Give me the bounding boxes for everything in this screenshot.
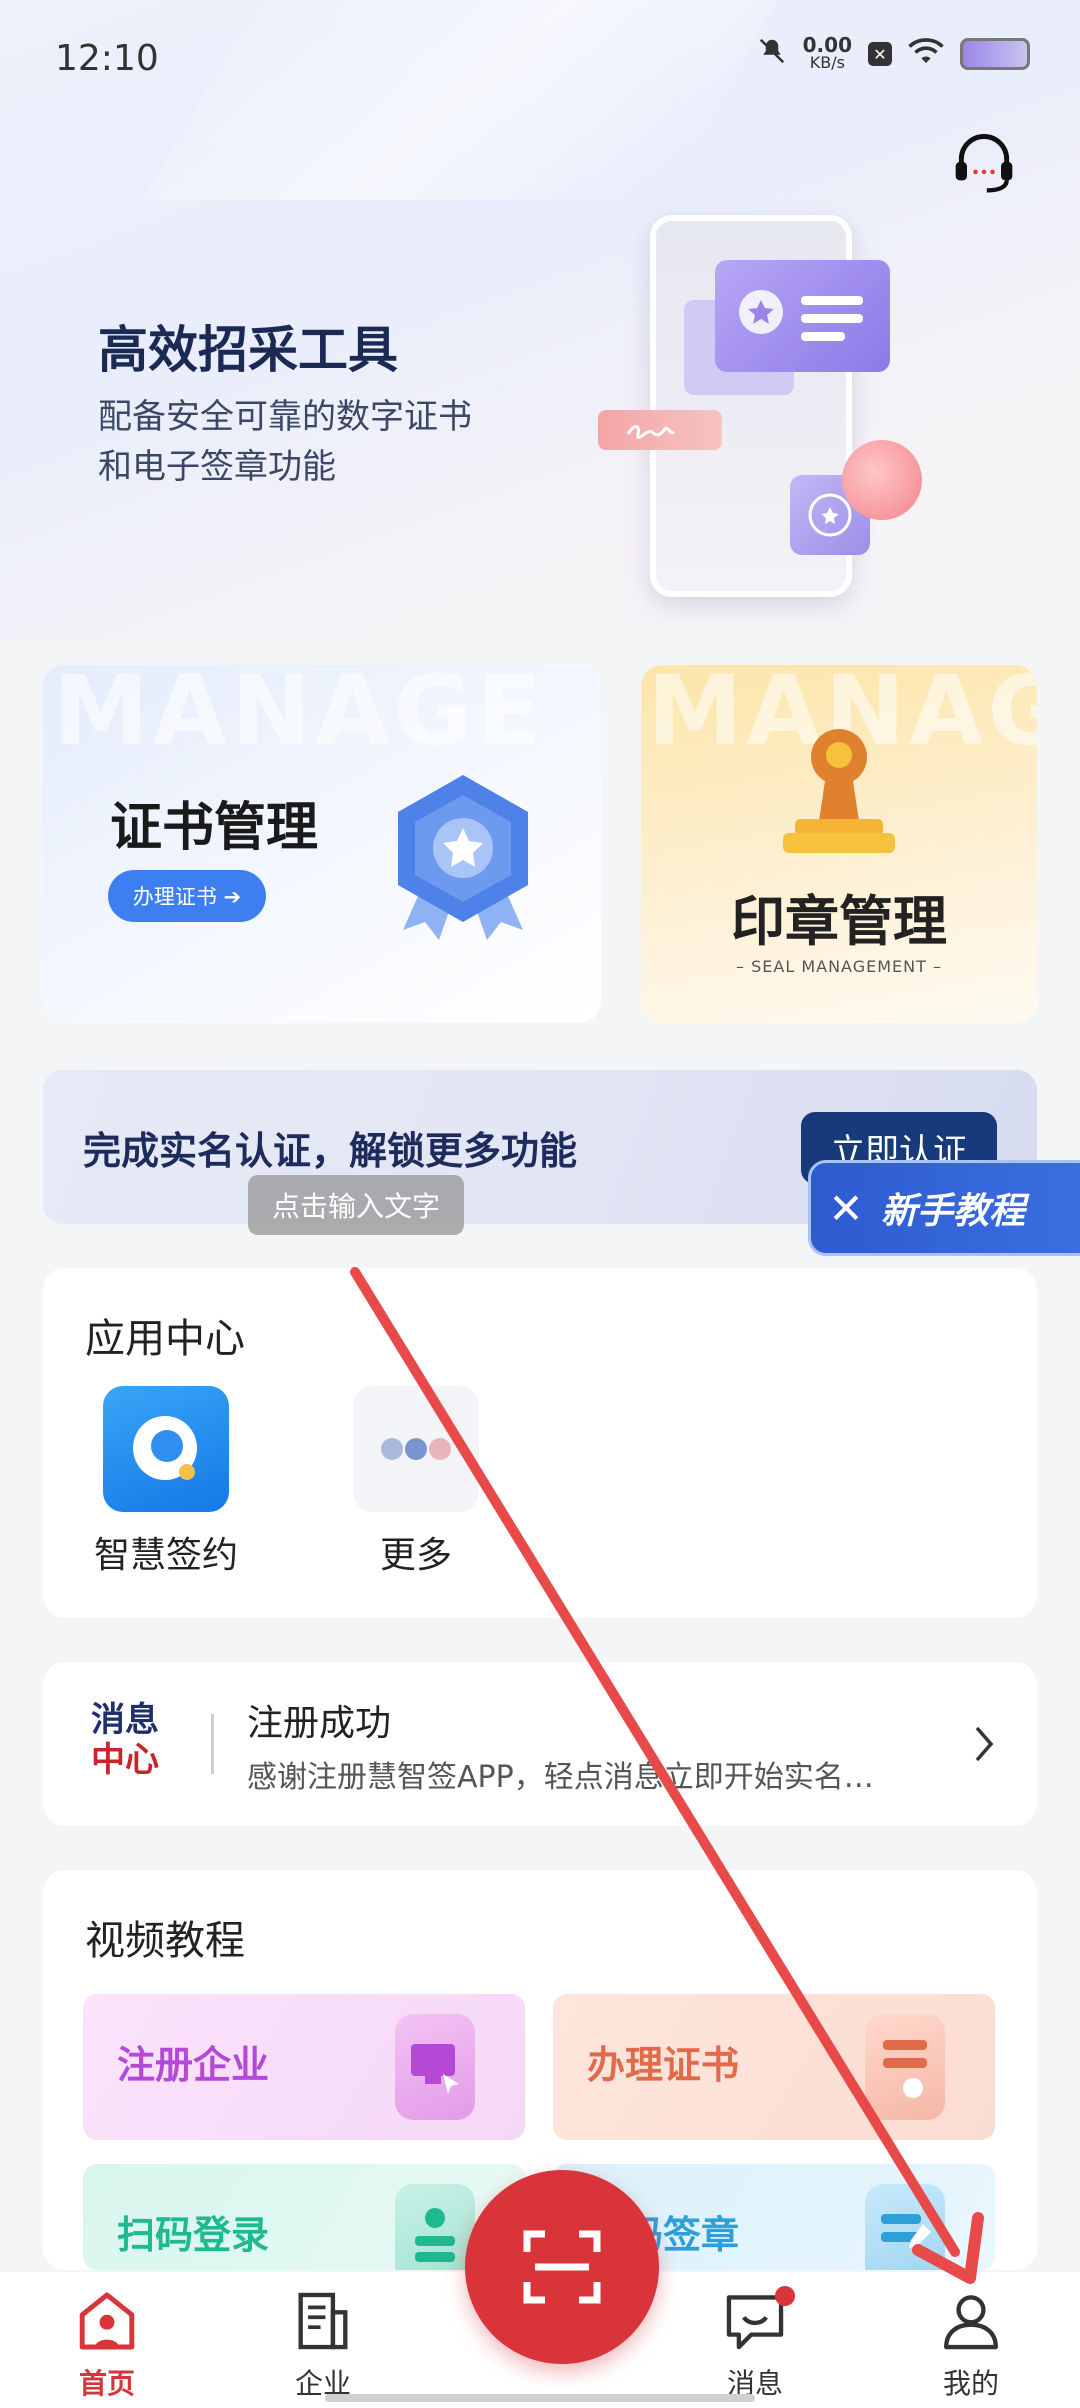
nav-label: 首页 [78,2367,135,2400]
beginner-tutorial-floating-button[interactable]: ✕ 新手教程 [808,1160,1080,1256]
apply-certificate-button[interactable]: 办理证书 ➔ [108,870,266,922]
status-icons: 0.00 KB/s ✕ [757,33,1030,72]
divider [211,1714,214,1774]
certificate-badge-icon [383,765,543,949]
chevron-right-icon [973,1724,997,1768]
home-icon [79,2292,135,2350]
stamp-illustration [842,440,922,520]
hero-title: 高效招采工具 [98,321,398,379]
nav-home[interactable]: 首页 [47,2290,167,2402]
app-center-title: 应用中心 [85,1316,245,1362]
card-watermark: MANAGE [53,665,546,767]
id-card-illustration [715,260,890,372]
nav-messages[interactable]: 消息 [695,2286,815,2402]
scan-button[interactable] [465,2170,659,2364]
message-center-logo: 消息 中心 [91,1700,159,1780]
app-notification-icon: ✕ [868,42,892,66]
video-title: 扫码登录 [117,2213,270,2257]
video-scan-login[interactable]: 扫码登录 [83,2164,525,2270]
video-tutorials-title: 视频教程 [85,1918,245,1964]
smart-sign-app[interactable]: 智慧签约 [94,1386,266,1578]
message-title: 注册成功 [247,1703,392,1744]
wifi-icon [908,36,944,72]
nav-profile[interactable]: 我的 [911,2290,1031,2402]
more-icon [353,1386,479,1512]
signature-illustration [598,410,722,450]
home-indicator [325,2394,755,2402]
seal-management-title: 印章管理 [731,890,947,953]
nav-enterprise[interactable]: 企业 [263,2290,383,2402]
app-center-panel: 应用中心 智慧签约 更多 [43,1268,1037,1618]
seal-management-subtitle: – SEAL MANAGEMENT – [736,957,942,976]
battery-icon [960,38,1030,70]
seal-management-card[interactable]: MANAG 印章管理 – SEAL MANAGEMENT – [641,665,1037,1023]
network-speed-unit: KB/s [809,53,845,72]
network-speed-value: 0.00 [802,33,852,57]
more-apps[interactable]: 更多 [353,1386,516,1578]
user-icon [944,2295,998,2350]
close-icon[interactable]: ✕ [811,1184,881,1233]
logo-line: 消息 [91,1700,159,1740]
customer-service-icon[interactable] [950,128,1018,196]
message-preview: 感谢注册慧智签APP，轻点消息立即开始实名… [247,1760,874,1795]
app-label: 智慧签约 [93,1535,238,1576]
certificate-doc-icon [865,2014,945,2120]
hero-subtitle: 配备安全可靠的数字证书 和电子签章功能 [98,392,558,492]
video-register-company[interactable]: 注册企业 [83,1994,525,2140]
video-apply-certificate[interactable]: 办理证书 [553,1994,995,2140]
monitor-icon [395,2014,475,2120]
smart-sign-icon [103,1386,229,1512]
video-title: 办理证书 [587,2043,740,2087]
verification-banner-text: 完成实名认证，解锁更多功能 [83,1129,578,1173]
document-sign-icon [865,2184,945,2270]
nav-label: 我的 [942,2367,999,2400]
status-time: 12:10 [55,38,159,79]
mute-icon [757,36,787,72]
app-label: 更多 [379,1535,452,1576]
user-scan-icon [395,2184,475,2270]
scan-icon [523,2230,601,2304]
video-title: 注册企业 [117,2043,270,2087]
hero-subtitle-line: 和电子签章功能 [98,447,336,487]
beginner-tutorial-label: 新手教程 [881,1191,1026,1232]
text-input-tooltip[interactable]: 点击输入文字 [248,1175,464,1235]
message-center-card[interactable]: 消息 中心 注册成功 感谢注册慧智签APP，轻点消息立即开始实名… [43,1662,1037,1826]
logo-line: 中心 [91,1740,159,1780]
hero-subtitle-line: 配备安全可靠的数字证书 [98,397,472,437]
unread-dot [775,2286,795,2306]
certificate-management-title: 证书管理 [110,798,319,858]
stamp-icon [769,723,909,867]
network-speed: 0.00 KB/s [802,33,852,72]
certificate-management-card[interactable]: MANAGE 证书管理 办理证书 ➔ [43,665,601,1023]
building-icon [298,2292,348,2350]
